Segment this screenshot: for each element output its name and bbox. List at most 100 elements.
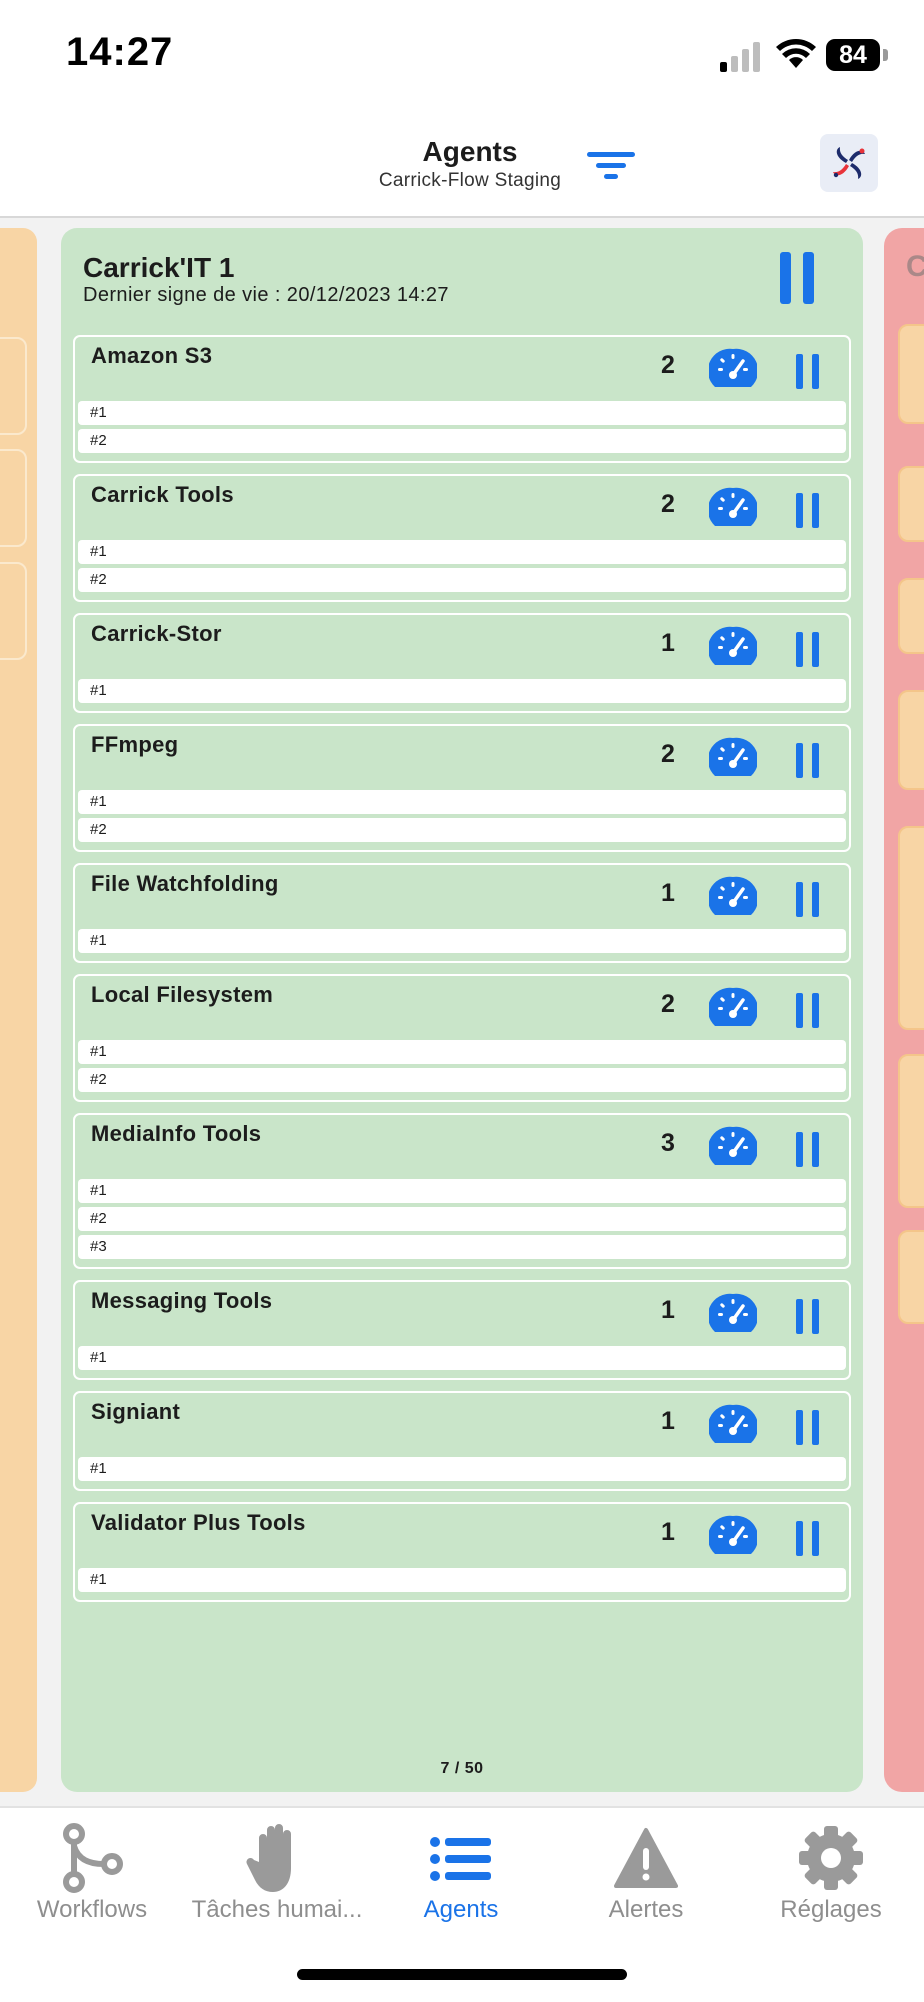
speed-gauge-icon[interactable] (707, 875, 759, 919)
warning-icon (614, 1828, 678, 1888)
battery-tip (883, 49, 888, 61)
service-name: File Watchfolding (91, 871, 279, 896)
tab-workflows[interactable]: Workflows (0, 1822, 184, 1924)
service-name: Carrick Tools (91, 482, 234, 507)
next-card-item (898, 466, 924, 542)
wifi-icon (776, 39, 816, 68)
service-instance-count: 2 (661, 351, 675, 379)
service-instance-count: 2 (661, 990, 675, 1018)
service-instance[interactable]: #1 (78, 790, 846, 814)
service-instance[interactable]: #1 (78, 1568, 846, 1592)
speed-gauge-icon[interactable] (707, 347, 759, 391)
service-header: Carrick Tools 2 (75, 476, 849, 540)
battery-indicator: 84 (826, 39, 880, 71)
nav-header: Agents Carrick-Flow Staging (0, 110, 924, 218)
service-item: Signiant 1 #1 (73, 1391, 851, 1491)
service-pause-button[interactable] (796, 882, 820, 917)
service-header: Carrick-Stor 1 (75, 615, 849, 679)
page-title: Agents (422, 136, 518, 167)
service-item: Carrick Tools 2 #1 #2 (73, 474, 851, 602)
service-pause-button[interactable] (796, 1132, 820, 1167)
service-name: Local Filesystem (91, 982, 274, 1007)
service-pause-button[interactable] (796, 493, 820, 528)
service-header: MediaInfo Tools 3 (75, 1115, 849, 1179)
service-instance[interactable]: #2 (78, 568, 846, 592)
agent-pause-button[interactable] (780, 252, 816, 304)
service-header: Local Filesystem 2 (75, 976, 849, 1040)
tab-settings[interactable]: Réglages (739, 1822, 923, 1924)
service-instance[interactable]: #1 (78, 401, 846, 425)
service-pause-button[interactable] (796, 354, 820, 389)
speed-gauge-icon[interactable] (707, 1403, 759, 1447)
previous-card-item (0, 449, 27, 547)
service-instance[interactable]: #2 (78, 818, 846, 842)
service-instance[interactable]: #1 (78, 540, 846, 564)
service-name: Messaging Tools (91, 1288, 273, 1313)
service-pause-button[interactable] (796, 1410, 820, 1445)
speed-gauge-icon[interactable] (707, 625, 759, 669)
home-indicator (297, 1969, 627, 1980)
service-header: Validator Plus Tools 1 (75, 1504, 849, 1568)
service-header: Amazon S3 2 (75, 337, 849, 401)
service-name: Amazon S3 (91, 343, 213, 368)
service-header: Signiant 1 (75, 1393, 849, 1457)
gear-icon (799, 1826, 863, 1890)
service-instance[interactable]: #1 (78, 929, 846, 953)
service-pause-button[interactable] (796, 993, 820, 1028)
tab-human-tasks[interactable]: Tâches humai... (185, 1822, 369, 1924)
tab-label: Workflows (36, 1896, 148, 1923)
filter-icon[interactable] (585, 146, 637, 186)
service-item: Local Filesystem 2 #1 #2 (73, 974, 851, 1102)
previous-card-item (0, 337, 27, 435)
service-item: Messaging Tools 1 #1 (73, 1280, 851, 1380)
service-instance[interactable]: #1 (78, 1179, 846, 1203)
page-subtitle: Carrick-Flow Staging (378, 170, 562, 191)
service-pause-button[interactable] (796, 743, 820, 778)
speed-gauge-icon[interactable] (707, 1125, 759, 1169)
app-logo-button[interactable] (820, 134, 878, 192)
speed-gauge-icon[interactable] (707, 1514, 759, 1558)
service-item: Carrick-Stor 1 #1 (73, 613, 851, 713)
service-instance-count: 2 (661, 490, 675, 518)
service-header: Messaging Tools 1 (75, 1282, 849, 1346)
tab-alerts[interactable]: Alertes (554, 1822, 738, 1924)
tab-agents[interactable]: Agents (369, 1822, 553, 1924)
status-time: 14:27 (66, 30, 174, 74)
next-agent-card[interactable]: C (884, 228, 924, 1792)
pager: 7 / 50 (440, 1760, 484, 1777)
tab-label: Alertes (608, 1896, 684, 1923)
service-instance-count: 1 (661, 1407, 675, 1435)
tab-label: Réglages (780, 1896, 882, 1923)
speed-gauge-icon[interactable] (707, 1292, 759, 1336)
service-instance[interactable]: #2 (78, 1207, 846, 1231)
service-instance-count: 2 (661, 740, 675, 768)
speed-gauge-icon[interactable] (707, 736, 759, 780)
service-pause-button[interactable] (796, 1521, 820, 1556)
service-instance[interactable]: #2 (78, 429, 846, 453)
service-item: Amazon S3 2 #1 #2 (73, 335, 851, 463)
service-instance[interactable]: #1 (78, 1346, 846, 1370)
service-pause-button[interactable] (796, 632, 820, 667)
service-instance[interactable]: #1 (78, 679, 846, 703)
service-instance[interactable]: #3 (78, 1235, 846, 1259)
service-name: Carrick-Stor (91, 621, 222, 646)
speed-gauge-icon[interactable] (707, 486, 759, 530)
service-instance[interactable]: #1 (78, 1457, 846, 1481)
service-instance[interactable]: #2 (78, 1068, 846, 1092)
service-header: FFmpeg 2 (75, 726, 849, 790)
service-pause-button[interactable] (796, 1299, 820, 1334)
app-logo-icon (833, 147, 865, 179)
heartbeat-label: Dernier signe de vie : (83, 284, 281, 306)
hand-icon (246, 1824, 291, 1892)
next-card-item (898, 324, 924, 424)
service-instance[interactable]: #1 (78, 1040, 846, 1064)
service-name: FFmpeg (91, 732, 179, 757)
service-item: File Watchfolding 1 #1 (73, 863, 851, 963)
service-instance-count: 1 (661, 879, 675, 907)
cellular-signal-icon (720, 42, 760, 72)
speed-gauge-icon[interactable] (707, 986, 759, 1030)
service-header: File Watchfolding 1 (75, 865, 849, 929)
next-card-item (898, 690, 924, 790)
service-instance-count: 1 (661, 1518, 675, 1546)
list-icon (430, 1837, 491, 1881)
